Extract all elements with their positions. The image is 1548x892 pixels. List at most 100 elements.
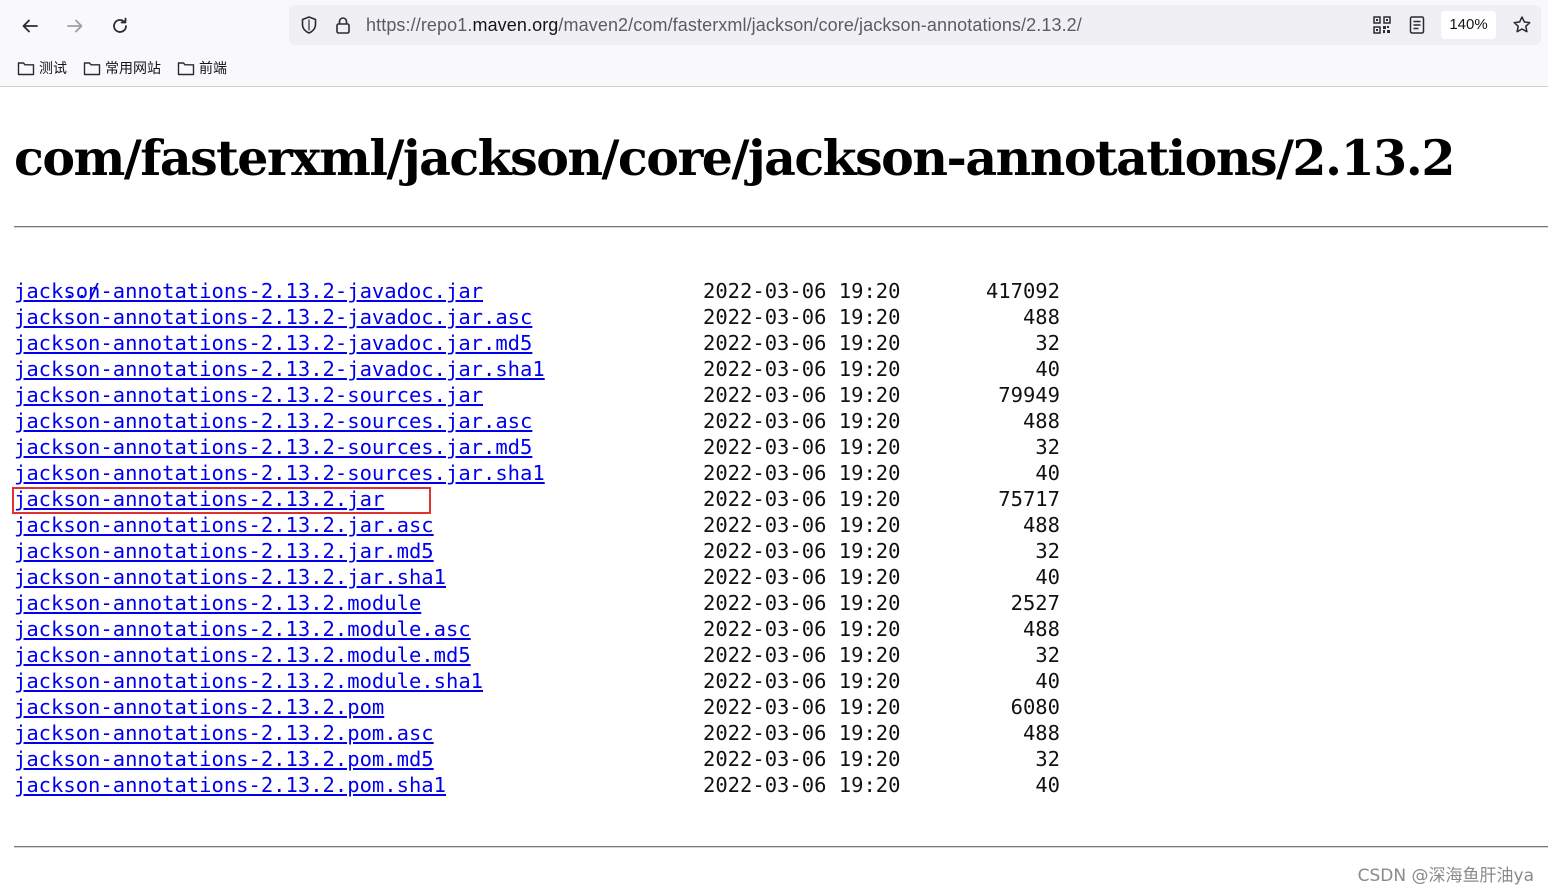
parent-dir-row: ../ [14, 252, 545, 303]
file-date: 2022-03-06 19:20 [703, 435, 901, 459]
file-size: 32 [1035, 643, 1060, 667]
browser-toolbar: https://repo1.maven.org/maven2/com/faste… [0, 0, 1548, 87]
file-link[interactable]: jackson-annotations-2.13.2-javadoc.jar.m… [14, 331, 532, 355]
file-size: 32 [1035, 539, 1060, 563]
zoom-level-button[interactable]: 140% [1441, 11, 1496, 39]
file-row: jackson-annotations-2.13.2.jar.sha1 2022-… [14, 564, 1060, 590]
file-link[interactable]: jackson-annotations-2.13.2-sources.jar [14, 383, 483, 407]
file-link[interactable]: jackson-annotations-2.13.2.jar.asc [14, 513, 434, 537]
url-text[interactable]: https://repo1.maven.org/maven2/com/faste… [366, 5, 1082, 45]
file-row: jackson-annotations-2.13.2.module.md5 202… [14, 642, 1060, 668]
bookmark-folder-common-sites[interactable]: 常用网站 [81, 54, 163, 82]
file-size: 417092 [985, 279, 1060, 303]
bookmark-folder-test[interactable]: 测试 [15, 54, 69, 82]
file-size: 40 [1035, 565, 1060, 589]
file-date: 2022-03-06 19:20 [703, 409, 901, 433]
file-row: jackson-annotations-2.13.2-javadoc.jar.a… [14, 304, 1060, 330]
file-link[interactable]: jackson-annotations-2.13.2.module.md5 [14, 643, 471, 667]
file-link[interactable]: jackson-annotations-2.13.2.module [14, 591, 421, 615]
file-row: jackson-annotations-2.13.2.module.sha1 20… [14, 668, 1060, 694]
file-row: jackson-annotations-2.13.2.pom.sha1 2022-… [14, 772, 1060, 798]
bookmark-label: 测试 [39, 61, 67, 77]
file-date: 2022-03-06 19:20 [703, 305, 901, 329]
bookmarks-toolbar: 测试 常用网站 前端 [0, 54, 241, 82]
file-date: 2022-03-06 19:20 [703, 513, 901, 537]
file-date: 2022-03-06 19:20 [703, 721, 901, 745]
bottom-divider [14, 846, 1548, 848]
file-link[interactable]: jackson-annotations-2.13.2.jar.md5 [14, 539, 434, 563]
file-row: jackson-annotations-2.13.2.pom.md5 2022-0… [14, 746, 1060, 772]
url-domain: maven.org [472, 15, 559, 35]
file-date: 2022-03-06 19:20 [703, 487, 901, 511]
file-row: jackson-annotations-2.13.2-sources.jar 20… [14, 382, 1060, 408]
folder-icon [83, 62, 101, 76]
file-link[interactable]: jackson-annotations-2.13.2-javadoc.jar [14, 279, 483, 303]
file-date: 2022-03-06 19:20 [703, 747, 901, 771]
folder-icon [177, 62, 195, 76]
file-link[interactable]: jackson-annotations-2.13.2.module.sha1 [14, 669, 483, 693]
file-size: 488 [1022, 409, 1060, 433]
reload-button[interactable] [102, 8, 138, 44]
back-button[interactable] [12, 8, 48, 44]
lock-icon[interactable] [333, 15, 353, 35]
watermark: CSDN @深海鱼肝油ya [1357, 866, 1534, 886]
file-size: 6080 [1010, 695, 1060, 719]
file-row: jackson-annotations-2.13.2-javadoc.jar.m… [14, 330, 1060, 356]
qr-code-icon[interactable] [1372, 15, 1392, 35]
file-date: 2022-03-06 19:20 [703, 773, 901, 797]
file-date: 2022-03-06 19:20 [703, 617, 901, 641]
file-size: 32 [1035, 331, 1060, 355]
file-size: 488 [1022, 617, 1060, 641]
file-link[interactable]: jackson-annotations-2.13.2.pom.md5 [14, 747, 434, 771]
bookmark-folder-frontend[interactable]: 前端 [175, 54, 229, 82]
file-link[interactable]: jackson-annotations-2.13.2-javadoc.jar.a… [14, 305, 532, 329]
folder-icon [17, 62, 35, 76]
file-size: 488 [1022, 721, 1060, 745]
bookmark-star-icon[interactable] [1512, 15, 1532, 35]
file-link[interactable]: jackson-annotations-2.13.2-sources.jar.s… [14, 461, 545, 485]
file-row: jackson-annotations-2.13.2-sources.jar.m… [14, 434, 1060, 460]
top-divider [14, 226, 1548, 228]
file-size: 488 [1022, 513, 1060, 537]
forward-button[interactable] [57, 8, 93, 44]
file-date: 2022-03-06 19:20 [703, 357, 901, 381]
file-row: jackson-annotations-2.13.2-javadoc.jar 20… [14, 278, 1060, 304]
page-title: com/fasterxml/jackson/core/jackson-annot… [14, 129, 1455, 187]
file-row: jackson-annotations-2.13.2.jar 2022-03-06… [14, 486, 1060, 512]
file-row: jackson-annotations-2.13.2.jar.asc 2022-0… [14, 512, 1060, 538]
file-link[interactable]: jackson-annotations-2.13.2.pom [14, 695, 384, 719]
file-size: 40 [1035, 773, 1060, 797]
address-bar[interactable]: https://repo1.maven.org/maven2/com/faste… [289, 5, 1541, 45]
file-size: 32 [1035, 747, 1060, 771]
file-link[interactable]: jackson-annotations-2.13.2-sources.jar.m… [14, 435, 532, 459]
bookmark-label: 常用网站 [105, 61, 161, 77]
file-link[interactable]: jackson-annotations-2.13.2.jar.sha1 [14, 565, 446, 589]
reload-icon [113, 17, 127, 33]
file-link[interactable]: jackson-annotations-2.13.2.pom.asc [14, 721, 434, 745]
arrow-left-icon [22, 19, 38, 33]
file-link[interactable]: jackson-annotations-2.13.2-sources.jar.a… [14, 409, 532, 433]
file-row: jackson-annotations-2.13.2.module 2022-03… [14, 590, 1060, 616]
file-size: 40 [1035, 669, 1060, 693]
file-date: 2022-03-06 19:20 [703, 643, 901, 667]
file-date: 2022-03-06 19:20 [703, 383, 901, 407]
file-link[interactable]: jackson-annotations-2.13.2.module.asc [14, 617, 471, 641]
file-size: 40 [1035, 461, 1060, 485]
file-size: 79949 [998, 383, 1060, 407]
shield-icon[interactable] [299, 15, 319, 35]
file-row: jackson-annotations-2.13.2.pom 2022-03-06… [14, 694, 1060, 720]
file-date: 2022-03-06 19:20 [703, 279, 901, 303]
reader-view-icon[interactable] [1407, 15, 1427, 35]
file-date: 2022-03-06 19:20 [703, 695, 901, 719]
file-row: jackson-annotations-2.13.2.pom.asc 2022-0… [14, 720, 1060, 746]
file-link[interactable]: jackson-annotations-2.13.2.pom.sha1 [14, 773, 446, 797]
file-date: 2022-03-06 19:20 [703, 591, 901, 615]
file-date: 2022-03-06 19:20 [703, 539, 901, 563]
file-size: 75717 [998, 487, 1060, 511]
file-date: 2022-03-06 19:20 [703, 461, 901, 485]
file-row: jackson-annotations-2.13.2-sources.jar.a… [14, 408, 1060, 434]
file-date: 2022-03-06 19:20 [703, 565, 901, 589]
file-link[interactable]: jackson-annotations-2.13.2-javadoc.jar.s… [14, 357, 545, 381]
file-link[interactable]: jackson-annotations-2.13.2.jar [14, 487, 384, 511]
file-size: 32 [1035, 435, 1060, 459]
